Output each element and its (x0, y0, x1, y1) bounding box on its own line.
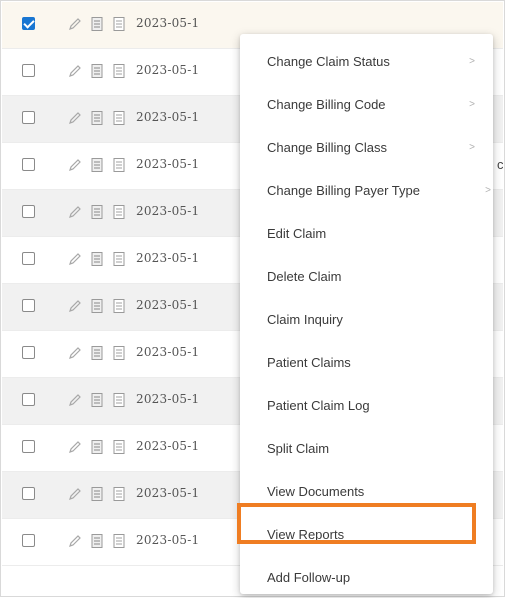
document-icon[interactable] (90, 16, 104, 32)
menu-item-label: View Reports (267, 527, 345, 542)
menu-item-label: Change Claim Status (267, 54, 390, 69)
list-document-icon[interactable] (112, 392, 126, 408)
list-document-icon[interactable] (112, 298, 126, 314)
list-document-icon[interactable] (112, 63, 126, 79)
document-icon[interactable] (90, 251, 104, 267)
pencil-icon[interactable] (68, 486, 82, 502)
menu-item-change-claim-status[interactable]: Change Claim Status > (240, 42, 493, 82)
document-icon[interactable] (90, 157, 104, 173)
row-checkbox[interactable] (22, 299, 35, 312)
row-checkbox[interactable] (22, 158, 35, 171)
list-document-icon[interactable] (112, 533, 126, 549)
row-checkbox[interactable] (22, 440, 35, 453)
document-icon[interactable] (90, 204, 104, 220)
menu-item-label: Change Billing Code (267, 97, 386, 112)
menu-item-label: Edit Claim (267, 226, 327, 241)
menu-item-patient-claims[interactable]: Patient Claims (240, 343, 493, 383)
menu-item-label: Patient Claim Log (267, 398, 370, 413)
claim-date: 2023-05-1 (136, 16, 200, 30)
menu-item-label: Add Follow-up (267, 570, 351, 585)
chevron-right-icon: > (485, 185, 491, 196)
document-icon[interactable] (90, 439, 104, 455)
document-icon[interactable] (90, 486, 104, 502)
claim-date: 2023-05-1 (136, 486, 200, 500)
row-checkbox[interactable] (22, 487, 35, 500)
menu-item-label: Split Claim (267, 441, 330, 456)
document-icon[interactable] (90, 63, 104, 79)
menu-item-change-billing-code[interactable]: Change Billing Code > (240, 85, 493, 125)
pencil-icon[interactable] (68, 16, 82, 32)
menu-item-patient-claim-log[interactable]: Patient Claim Log (240, 386, 493, 426)
claim-date: 2023-05-1 (136, 298, 200, 312)
menu-item-label: Claim Inquiry (267, 312, 343, 327)
claim-date: 2023-05-1 (136, 204, 200, 218)
row-checkbox[interactable] (22, 346, 35, 359)
pencil-icon[interactable] (68, 345, 82, 361)
list-document-icon[interactable] (112, 486, 126, 502)
pencil-icon[interactable] (68, 63, 82, 79)
pencil-icon[interactable] (68, 533, 82, 549)
menu-item-claim-inquiry[interactable]: Claim Inquiry (240, 300, 493, 340)
pencil-icon[interactable] (68, 392, 82, 408)
row-checkbox[interactable] (22, 64, 35, 77)
claim-date: 2023-05-1 (136, 63, 200, 77)
document-icon[interactable] (90, 533, 104, 549)
claim-date: 2023-05-1 (136, 439, 200, 453)
menu-item-label: Delete Claim (267, 269, 342, 284)
truncated-cell-text: c (497, 157, 503, 172)
claim-date: 2023-05-1 (136, 251, 200, 265)
menu-item-change-billing-class[interactable]: Change Billing Class > (240, 128, 493, 168)
context-menu: Change Claim Status > Change Billing Cod… (240, 34, 493, 594)
pencil-icon[interactable] (68, 251, 82, 267)
row-checkbox[interactable] (22, 111, 35, 124)
menu-item-add-follow-up[interactable]: Add Follow-up (240, 558, 493, 598)
row-checkbox[interactable] (22, 393, 35, 406)
menu-item-label: Change Billing Class (267, 140, 387, 155)
pencil-icon[interactable] (68, 298, 82, 314)
claims-panel: 2023-05-1 2023-05-1 2023-05-1 2023-05-1 … (0, 0, 505, 597)
document-icon[interactable] (90, 345, 104, 361)
pencil-icon[interactable] (68, 204, 82, 220)
row-checkbox[interactable] (22, 17, 35, 30)
menu-item-delete-claim[interactable]: Delete Claim (240, 257, 493, 297)
menu-item-label: Change Billing Payer Type (267, 183, 420, 198)
document-icon[interactable] (90, 110, 104, 126)
claim-date: 2023-05-1 (136, 345, 200, 359)
menu-item-split-claim[interactable]: Split Claim (240, 429, 493, 469)
menu-item-label: Patient Claims (267, 355, 351, 370)
menu-item-label: View Documents (267, 484, 365, 499)
pencil-icon[interactable] (68, 439, 82, 455)
menu-item-change-billing-payer-type[interactable]: Change Billing Payer Type > (240, 171, 493, 211)
chevron-right-icon: > (469, 142, 475, 153)
menu-item-view-reports[interactable]: View Reports (240, 515, 493, 555)
menu-item-edit-claim[interactable]: Edit Claim (240, 214, 493, 254)
document-icon[interactable] (90, 392, 104, 408)
list-document-icon[interactable] (112, 251, 126, 267)
claim-date: 2023-05-1 (136, 392, 200, 406)
row-checkbox[interactable] (22, 252, 35, 265)
row-checkbox[interactable] (22, 534, 35, 547)
list-document-icon[interactable] (112, 157, 126, 173)
chevron-right-icon: > (469, 99, 475, 110)
claim-date: 2023-05-1 (136, 157, 200, 171)
pencil-icon[interactable] (68, 110, 82, 126)
menu-item-view-documents[interactable]: View Documents (240, 472, 493, 512)
claim-date: 2023-05-1 (136, 110, 200, 124)
list-document-icon[interactable] (112, 204, 126, 220)
list-document-icon[interactable] (112, 110, 126, 126)
pencil-icon[interactable] (68, 157, 82, 173)
list-document-icon[interactable] (112, 16, 126, 32)
chevron-right-icon: > (469, 56, 475, 67)
list-document-icon[interactable] (112, 345, 126, 361)
row-checkbox[interactable] (22, 205, 35, 218)
list-document-icon[interactable] (112, 439, 126, 455)
claim-date: 2023-05-1 (136, 533, 200, 547)
document-icon[interactable] (90, 298, 104, 314)
